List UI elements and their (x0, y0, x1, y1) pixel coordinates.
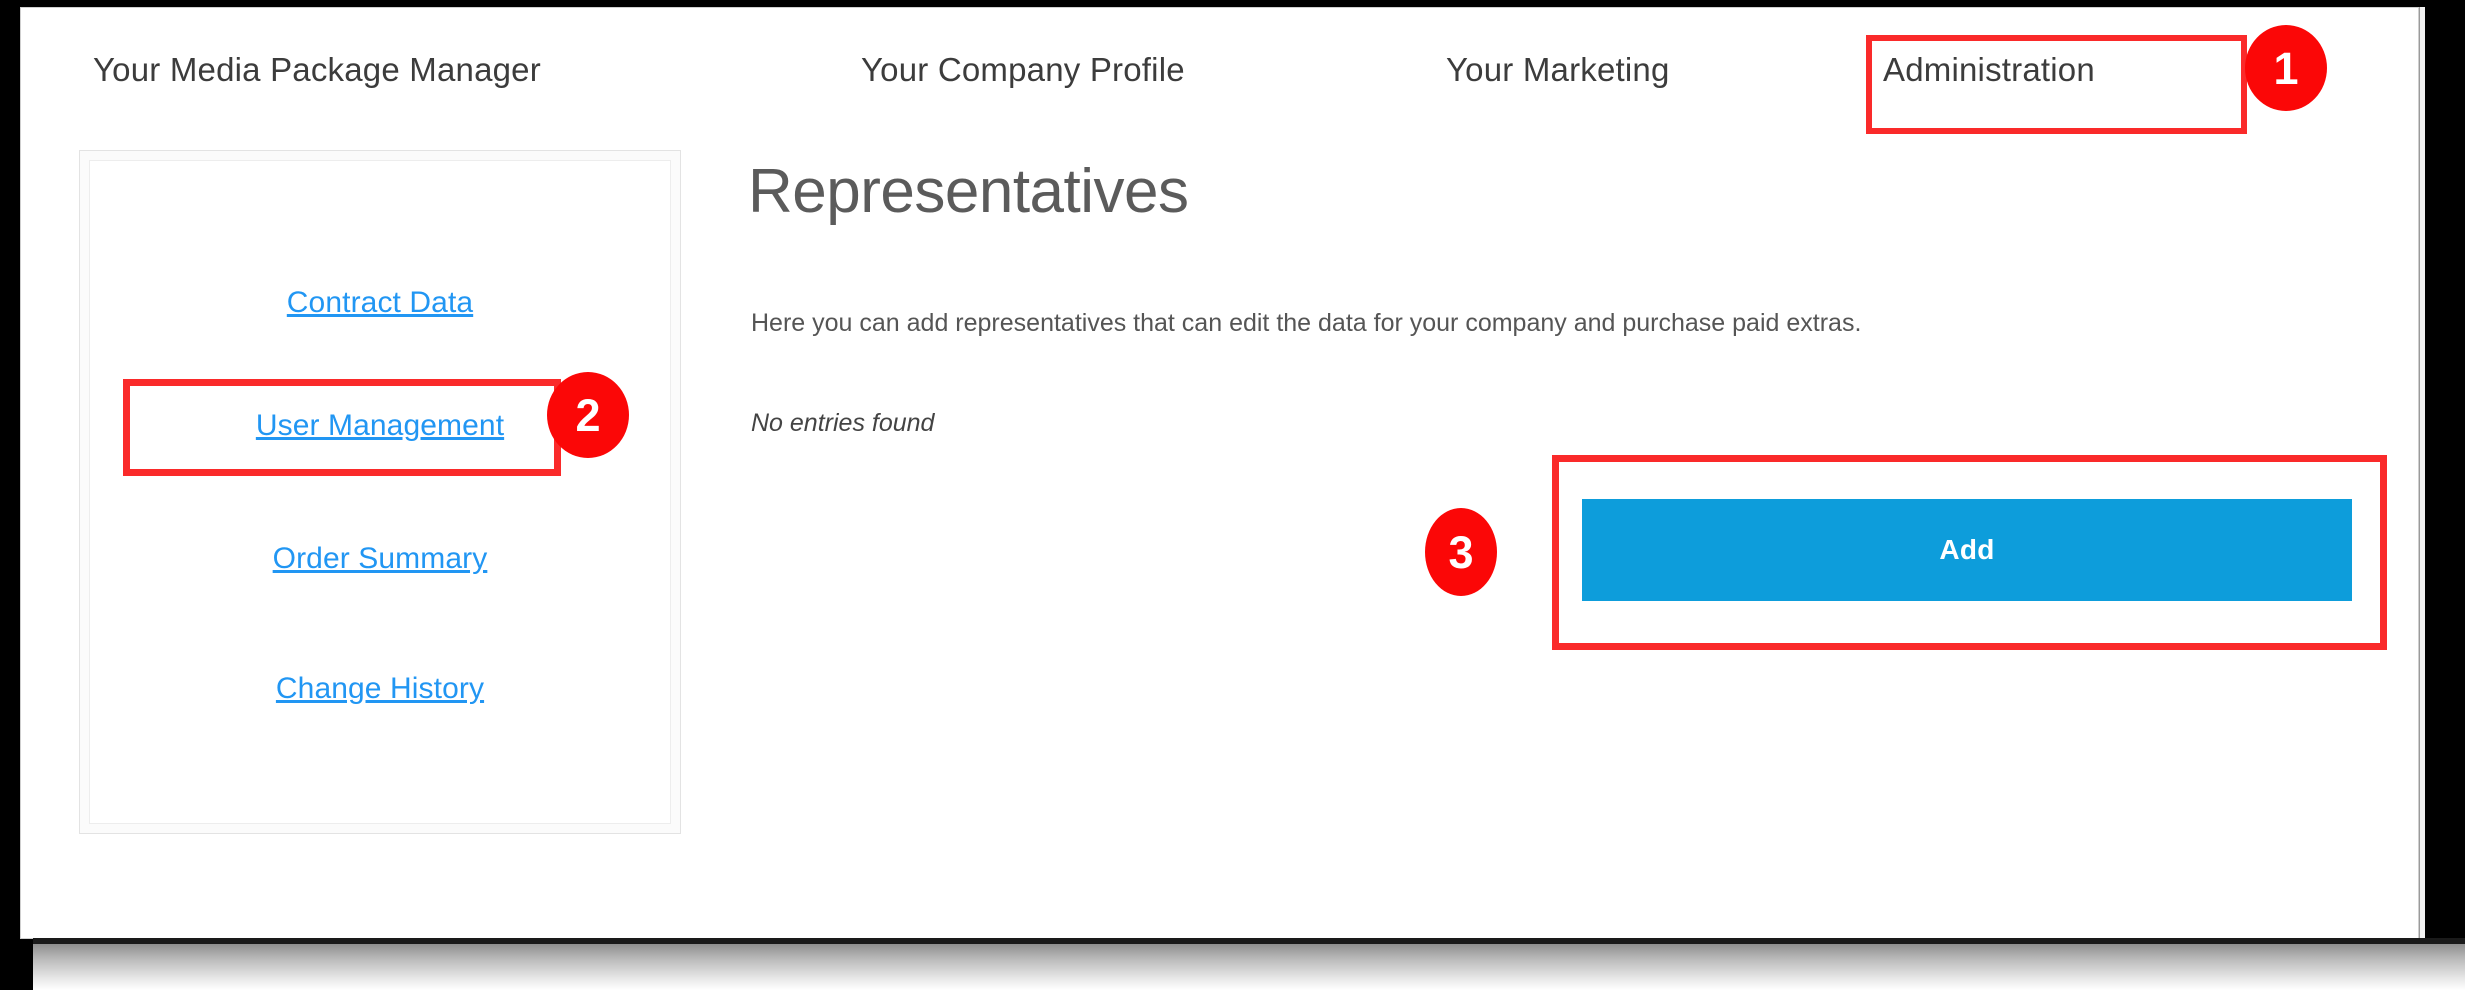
window-bottom-shadow (33, 944, 2465, 990)
main-content: Representatives Here you can add represe… (21, 8, 2418, 938)
page-right-edge (2419, 7, 2425, 939)
empty-state-message: No entries found (751, 409, 935, 437)
step-badge-2: 2 (547, 372, 629, 458)
page-title: Representatives (748, 157, 1189, 226)
add-button[interactable]: Add (1582, 499, 2352, 601)
browser-page: Your Media Package Manager Your Company … (20, 7, 2419, 939)
screenshot-root: Your Media Package Manager Your Company … (0, 0, 2465, 990)
step-badge-3: 3 (1425, 508, 1497, 596)
step-badge-1: 1 (2245, 25, 2327, 111)
page-description: Here you can add representatives that ca… (751, 309, 1862, 337)
